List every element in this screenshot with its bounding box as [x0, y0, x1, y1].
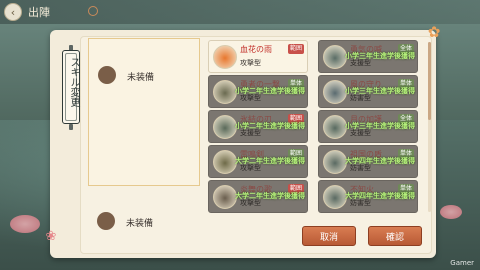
watermark-logo: Gamer	[450, 259, 474, 267]
cancel-button[interactable]: 取消	[302, 226, 356, 246]
skill-icon	[323, 80, 347, 104]
skill-icon	[213, 80, 237, 104]
skill-icon	[213, 185, 237, 209]
skill-card[interactable]: 不知火 妨害型 単体 大学四年生進学後獲得	[318, 180, 418, 213]
skill-range-badge: 範囲	[287, 44, 304, 54]
dialog-title: スキル変更	[68, 57, 79, 107]
skill-unlock-condition: 小学二年生進学後獲得	[235, 122, 305, 130]
skill-unlock-condition: 小学三年生進学後獲得	[345, 87, 415, 95]
skill-icon	[323, 115, 347, 139]
skill-type: 攻撃型	[240, 59, 261, 67]
screen-title: 出陣	[28, 6, 50, 19]
flower-ornament-icon: ✿	[427, 23, 441, 41]
skill-list[interactable]: 血花の雨攻撃型 範囲 勇気の喊 支援型 全体 小学三年生進学後獲得 勇者の一撃 攻撃型 単体 小学…	[206, 40, 426, 216]
skill-card[interactable]: 勇者の一撃 攻撃型 単体 小学二年生進学後獲得	[208, 75, 308, 108]
scroll-rod-bottom	[69, 124, 73, 130]
skill-card[interactable]: 氷結の刃 支援型 範囲 小学二年生進学後獲得	[208, 110, 308, 143]
skill-unlock-condition: 大学四年生進学後獲得	[345, 192, 415, 200]
skill-unlock-condition: 大学二年生進学後獲得	[235, 192, 305, 200]
skill-unlock-condition: 大学二年生進学後獲得	[235, 157, 305, 165]
skill-icon	[213, 45, 237, 69]
skill-card[interactable]: 祖国の盾 妨害型 単体 大学四年生進学後獲得	[318, 145, 418, 178]
back-arrow-icon[interactable]: ‹	[4, 3, 22, 21]
skill-icon	[323, 185, 347, 209]
skill-card[interactable]: 炎舞の歌 攻撃型 範囲 大学二年生進学後獲得	[208, 180, 308, 213]
top-bar: ‹ 出陣	[0, 0, 480, 24]
skill-unlock-condition: 小学三年生進学後獲得	[345, 52, 415, 60]
skill-list-scrollbar[interactable]	[428, 42, 431, 212]
slot-label: 未装備	[126, 219, 154, 229]
skill-card[interactable]: 血花の雨攻撃型 範囲	[208, 40, 308, 73]
confirm-button[interactable]: 確認	[368, 226, 422, 246]
title-ornament-icon	[88, 6, 98, 16]
skill-change-title-tab: スキル変更	[62, 50, 80, 124]
skill-name: 血花の雨	[240, 45, 272, 54]
skill-unlock-condition: 大学四年生進学後獲得	[345, 157, 415, 165]
skill-icon	[213, 150, 237, 174]
skill-card[interactable]: 勇気の喊 支援型 全体 小学三年生進学後獲得	[318, 40, 418, 73]
skill-icon	[323, 150, 347, 174]
skill-icon	[213, 115, 237, 139]
slot-empty-icon	[97, 212, 115, 230]
slot-empty-icon	[98, 66, 116, 84]
pink-flower-ornament-icon: ❀	[45, 229, 57, 244]
skill-slot-1[interactable]: 未装備	[88, 38, 200, 186]
skill-icon	[323, 45, 347, 69]
scrollbar-thumb[interactable]	[428, 42, 431, 120]
skill-card[interactable]: 月の加護 支援型 全体 小学三年生進学後獲得	[318, 110, 418, 143]
skill-slot-2[interactable]: 未装備	[88, 196, 200, 244]
skill-card[interactable]: 雷鳴剣 攻撃型 範囲 大学二年生進学後獲得	[208, 145, 308, 178]
skill-unlock-condition: 小学二年生進学後獲得	[235, 87, 305, 95]
skill-unlock-condition: 小学三年生進学後獲得	[345, 122, 415, 130]
lotus-decoration	[440, 205, 462, 219]
slot-label: 未装備	[127, 73, 155, 83]
skill-card[interactable]: 風の守り 妨害型 単体 小学三年生進学後獲得	[318, 75, 418, 108]
lotus-decoration	[10, 215, 40, 233]
